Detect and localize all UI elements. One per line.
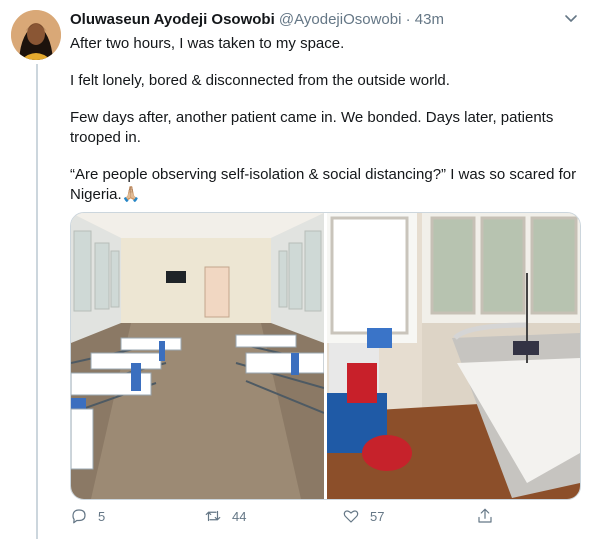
reply-button[interactable]: 5: [70, 507, 105, 525]
tweet-paragraph: “Are people observing self-isolation & s…: [70, 166, 577, 203]
retweet-icon: [205, 510, 221, 522]
retweet-button[interactable]: 44: [204, 507, 246, 525]
share-icon: [478, 508, 492, 523]
chevron-down-icon[interactable]: [564, 11, 578, 25]
tweet-paragraph: Few days after, another patient came in.…: [70, 109, 554, 146]
avatar-image-icon: [11, 10, 61, 60]
tweet-actions: 5 44 57: [70, 507, 510, 531]
photo-hospital-bed-icon[interactable]: [327, 213, 580, 499]
author-name[interactable]: Oluwaseun Ayodeji Osowobi: [70, 11, 275, 28]
photo-hospital-ward-icon[interactable]: [71, 213, 324, 499]
author-handle[interactable]: @AyodejiOsowobi: [279, 11, 402, 28]
tweet-timestamp[interactable]: 43m: [415, 11, 444, 28]
retweet-count: 44: [232, 508, 247, 524]
separator-dot: ·: [405, 11, 411, 28]
share-button[interactable]: [476, 507, 494, 525]
avatar[interactable]: [11, 10, 61, 60]
like-button[interactable]: 57: [342, 507, 384, 525]
media-grid: [70, 212, 581, 500]
tweet-header: Oluwaseun Ayodeji Osowobi @AyodejiOsowob…: [70, 11, 582, 31]
thread-line: [36, 64, 38, 539]
tweet-paragraph: After two hours, I was taken to my space…: [70, 35, 345, 52]
heart-icon: [343, 510, 359, 523]
reply-icon: [72, 509, 86, 524]
tweet-text: After two hours, I was taken to my space…: [70, 34, 580, 222]
reply-count: 5: [98, 508, 106, 524]
tweet-paragraph: I felt lonely, bored & disconnected from…: [70, 72, 450, 89]
like-count: 57: [370, 508, 385, 524]
